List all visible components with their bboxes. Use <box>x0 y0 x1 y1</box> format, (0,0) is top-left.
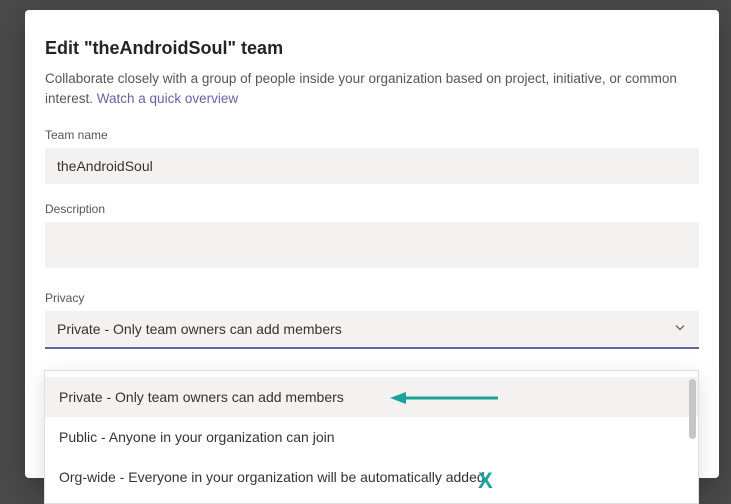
dropdown-scrollbar[interactable] <box>689 379 696 439</box>
dialog-description: Collaborate closely with a group of peop… <box>45 69 699 108</box>
privacy-option-private[interactable]: Private - Only team owners can add membe… <box>45 377 698 417</box>
watch-overview-link[interactable]: Watch a quick overview <box>97 91 238 106</box>
privacy-selected-value: Private - Only team owners can add membe… <box>57 321 342 337</box>
privacy-option-orgwide[interactable]: Org-wide - Everyone in your organization… <box>45 457 698 497</box>
privacy-dropdown: Private - Only team owners can add membe… <box>44 370 699 504</box>
team-name-input[interactable] <box>45 148 699 184</box>
team-name-label: Team name <box>45 128 699 142</box>
privacy-select[interactable]: Private - Only team owners can add membe… <box>45 311 699 349</box>
privacy-label: Privacy <box>45 291 699 305</box>
privacy-option-public[interactable]: Public - Anyone in your organization can… <box>45 417 698 457</box>
chevron-down-icon <box>673 321 687 338</box>
description-label: Description <box>45 202 699 216</box>
description-input[interactable] <box>45 222 699 268</box>
dialog-title: Edit "theAndroidSoul" team <box>45 38 699 59</box>
